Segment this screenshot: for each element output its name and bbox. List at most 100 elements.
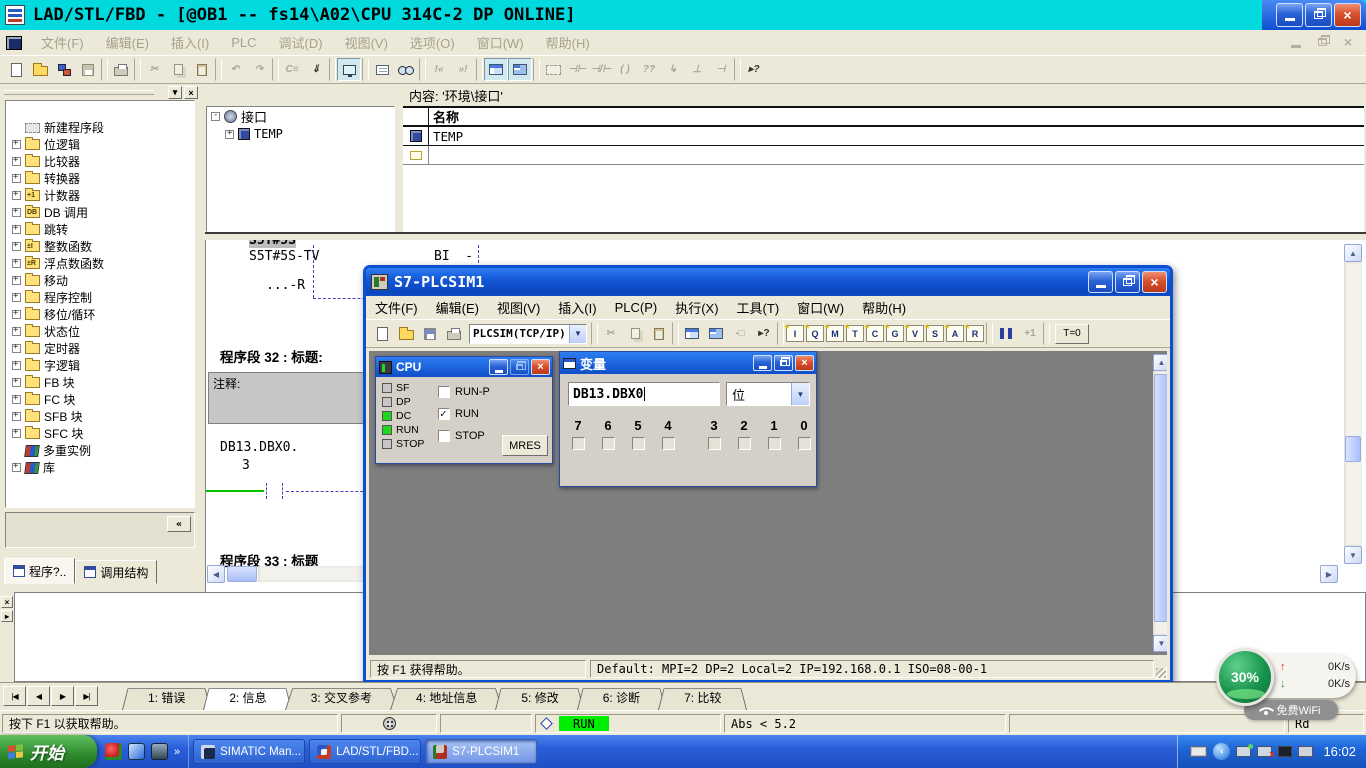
separator[interactable] [134,58,141,81]
help-pointer-icon[interactable]: ▸? [742,58,766,81]
separator[interactable] [272,58,279,81]
mode-checkbox[interactable]: RUN [438,407,490,421]
plcsim-menu-item[interactable]: 工具(T) [728,295,789,320]
panel-dock-icon[interactable]: ▾ [168,86,182,99]
symbol-info-icon[interactable] [394,58,418,81]
expand-plus-icon[interactable] [12,191,21,200]
expand-plus-icon[interactable] [12,242,21,251]
open-file-icon[interactable] [28,58,52,81]
palette-item[interactable]: 多重实例 [6,442,194,459]
menu-item[interactable]: 视图(V) [334,29,399,56]
plcsim-menu-item[interactable]: 文件(F) [366,295,427,320]
expand-plus-icon[interactable] [12,344,21,353]
expand-plus-icon[interactable] [12,463,21,472]
variable-maximize-icon[interactable] [774,355,793,371]
palette-item[interactable]: 跳转 [6,221,194,238]
palette-item[interactable]: FB 块 [6,374,194,391]
separator[interactable] [101,58,108,81]
view-overview-icon[interactable] [484,58,508,81]
chevron-down-icon[interactable]: ▼ [569,325,586,343]
table-row[interactable]: TEMP [403,127,1364,146]
separator[interactable] [362,58,369,81]
timer-bi-output[interactable]: BI - [434,249,473,264]
output-close-icon[interactable]: × [1,596,13,608]
optimization-ball[interactable]: 30% [1216,648,1274,706]
new-network-icon[interactable] [541,58,565,81]
menu-item[interactable]: 编辑(E) [95,29,160,56]
bit-checkbox[interactable] [662,437,675,450]
separator[interactable] [419,58,426,81]
restore-icon[interactable] [1305,3,1332,27]
tray-clock[interactable]: 16:02 [1323,744,1356,759]
insert-memory-icon[interactable]: M [826,325,844,342]
paste-icon[interactable] [190,58,214,81]
selected-timer-value[interactable]: S5T#5S [249,240,296,248]
timer-tv-input[interactable]: S5T#5S-TV [249,249,319,264]
variable-type-dropdown[interactable]: 位 ▼ [726,382,810,406]
single-step-icon[interactable]: +1 [1018,322,1042,345]
new-file-icon[interactable] [4,58,28,81]
palette-item[interactable]: 程序控制 [6,289,194,306]
output-tab[interactable]: 4: 地址信息 [390,685,503,710]
plcsim-maximize-icon[interactable] [1115,271,1140,293]
palette-item[interactable]: FC 块 [6,391,194,408]
new-file-icon[interactable] [370,322,394,345]
timer-r-input[interactable]: ...-R [266,278,305,293]
taskbar-task[interactable]: S7-PLCSIM1 [425,739,537,764]
panel-grip[interactable] [4,90,154,95]
palette-item[interactable]: 库 [6,459,194,476]
separator[interactable] [329,58,336,81]
empty-box-icon[interactable]: ?? [637,58,661,81]
output-tab[interactable]: 1: 错误 [122,685,211,710]
mres-button[interactable]: MRES [502,435,548,456]
editor-vscrollbar[interactable]: ▲ ▼ [1344,244,1362,564]
last-tab-button[interactable]: ▶| [75,686,98,706]
save-icon[interactable] [418,322,442,345]
palette-item[interactable]: 移动 [6,272,194,289]
launcher-icon-3[interactable] [151,743,168,760]
palette-item[interactable]: ±R 浮点数函数 [6,255,194,272]
minimize-icon[interactable] [1276,3,1303,27]
separator[interactable] [734,58,741,81]
tree-item-temp[interactable]: TEMP [207,125,394,143]
taskbar-task[interactable]: LAD/STL/FBD... [309,739,421,764]
variable-close-icon[interactable]: × [795,355,814,371]
insert-stacks-icon[interactable]: S [926,325,944,342]
plcsim-menu-item[interactable]: PLC(P) [606,297,667,318]
menu-item[interactable]: 选项(O) [399,29,466,56]
mdi-minimize-icon[interactable] [1286,34,1306,50]
expand-plus-icon[interactable] [12,174,21,183]
output-tab[interactable]: 3: 交叉参考 [285,685,398,710]
print-icon[interactable] [109,58,133,81]
bit-checkbox[interactable] [708,437,721,450]
mode-checkbox[interactable]: RUN-P [438,385,490,399]
open-file-icon[interactable] [394,322,418,345]
plcsim-titlebar[interactable]: S7-PLCSIM1 × [366,268,1170,296]
launcher-icon-2[interactable] [128,743,145,760]
quick-launch-more-icon[interactable]: » [174,746,180,758]
expand-plus-icon[interactable] [12,361,21,370]
checkbox-icon[interactable] [438,408,450,420]
copy-icon[interactable] [166,58,190,81]
print-icon[interactable] [442,322,466,345]
collapse-tray-icon[interactable]: ‹ [1213,743,1230,760]
cpu-titlebar[interactable]: CPU × [376,357,552,377]
prev-tab-button[interactable]: ◀ [27,686,50,706]
pin-icon[interactable]: -□ [728,322,752,345]
expand-plus-icon[interactable] [12,429,21,438]
connector-icon[interactable]: ⊣ [709,58,733,81]
keyboard-layout-icon[interactable] [1190,746,1207,757]
expand-plus-icon[interactable] [12,327,21,336]
floating-speed-widget[interactable]: ↑0K/s ↓0K/s 免费WiFi 30% [1216,648,1366,724]
taskbar-task[interactable]: SIMATIC Man... [193,739,305,764]
tile-windows-icon[interactable] [704,322,728,345]
launcher-icon-1[interactable] [105,743,122,760]
bit-checkbox[interactable] [768,437,781,450]
close-branch-icon[interactable]: ⊥ [685,58,709,81]
menu-item[interactable]: 文件(F) [30,29,95,56]
bit-checkbox[interactable] [738,437,751,450]
palette-item[interactable]: 转换器 [6,170,194,187]
mdi-close-icon[interactable]: × [1338,34,1358,50]
expand-plus-icon[interactable] [225,130,234,139]
view-detail-icon[interactable] [508,58,532,81]
